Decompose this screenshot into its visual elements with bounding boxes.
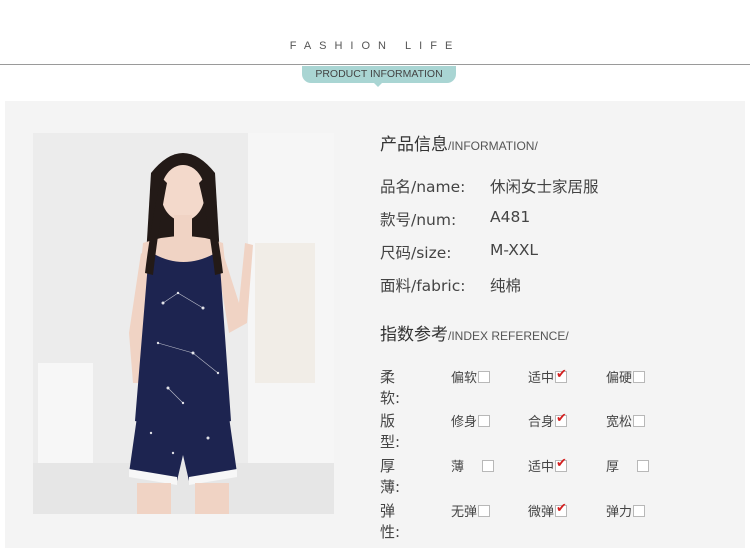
- fashion-life-title: FASHION LIFE: [289, 40, 461, 52]
- size-label: 尺码/size:: [380, 244, 452, 262]
- fabric-row: 面料/fabric: 纯棉: [380, 274, 521, 296]
- option-medium: 适中 ✔: [528, 367, 568, 386]
- option-slim: 修身: [451, 411, 491, 430]
- ribbon-pointer: [373, 82, 383, 87]
- option-no-stretch: 无弹: [451, 501, 491, 520]
- option-label: 偏软: [451, 371, 478, 386]
- model-photo: [33, 133, 334, 514]
- option-fitted: 合身 ✔: [528, 411, 568, 430]
- product-info-title-cn: 产品信息: [380, 135, 448, 155]
- option-thin: 薄: [451, 456, 494, 475]
- fabric-value: 纯棉: [490, 277, 522, 295]
- name-value: 休闲女士家居服: [490, 178, 599, 196]
- checkbox-icon: ✔: [555, 367, 568, 383]
- checkbox-icon: [633, 371, 646, 383]
- option-slight-stretch: 微弹 ✔: [528, 501, 568, 520]
- option-hard: 偏硬: [606, 367, 646, 386]
- size-row: 尺码/size: M-XXL: [380, 241, 538, 263]
- model-illustration: [33, 133, 334, 514]
- check-mark-icon: ✔: [556, 411, 567, 426]
- option-label: 合身: [528, 415, 555, 430]
- checkbox-icon: [478, 505, 491, 517]
- checkbox-icon: [633, 415, 646, 427]
- product-info-title-en: /INFORMATION/: [448, 139, 538, 153]
- checkbox-icon: [478, 371, 491, 383]
- option-label: 微弹: [528, 505, 555, 520]
- checkbox-icon: [633, 505, 646, 517]
- check-mark-icon: ✔: [556, 456, 567, 471]
- size-value: M-XXL: [490, 241, 539, 259]
- option-label: 偏硬: [606, 371, 633, 386]
- product-information-ribbon: PRODUCT INFORMATION: [302, 66, 456, 83]
- option-label: 无弹: [451, 505, 478, 520]
- thickness-label: 厚薄:: [380, 457, 401, 496]
- check-mark-icon: ✔: [556, 501, 567, 516]
- index-reference-heading: 指数参考/INDEX REFERENCE/: [380, 320, 569, 345]
- name-label: 品名/name:: [380, 178, 466, 196]
- fabric-label: 面料/fabric:: [380, 277, 466, 295]
- checkbox-icon: [482, 460, 494, 472]
- index-title-cn: 指数参考: [380, 325, 448, 345]
- checkbox-icon: ✔: [555, 501, 568, 517]
- name-row: 品名/name: 休闲女士家居服: [380, 175, 599, 197]
- option-medium-thickness: 适中 ✔: [528, 456, 568, 475]
- option-label: 薄: [451, 460, 465, 475]
- num-label: 款号/num:: [380, 211, 457, 229]
- header-divider: [0, 64, 750, 65]
- checkbox-icon: ✔: [555, 411, 568, 427]
- num-value: A481: [490, 208, 531, 226]
- option-loose: 宽松: [606, 411, 646, 430]
- option-label: 弹力: [606, 505, 633, 520]
- option-label: 修身: [451, 415, 478, 430]
- option-label: 适中: [528, 371, 555, 386]
- index-title-en: /INDEX REFERENCE/: [448, 329, 569, 343]
- option-stretch: 弹力: [606, 501, 646, 520]
- option-label: 宽松: [606, 415, 633, 430]
- option-label: 厚: [606, 460, 620, 475]
- fit-label: 版型:: [380, 412, 401, 451]
- option-thick: 厚: [606, 456, 649, 475]
- checkbox-icon: [478, 415, 491, 427]
- checkbox-icon: ✔: [555, 456, 568, 472]
- num-row: 款号/num: A481: [380, 208, 530, 230]
- option-soft: 偏软: [451, 367, 491, 386]
- check-mark-icon: ✔: [556, 367, 567, 382]
- option-label: 适中: [528, 460, 555, 475]
- product-info-heading: 产品信息/INFORMATION/: [380, 130, 538, 155]
- softness-label: 柔软:: [380, 368, 401, 407]
- checkbox-icon: [637, 460, 649, 472]
- elasticity-label: 弹性:: [380, 502, 401, 541]
